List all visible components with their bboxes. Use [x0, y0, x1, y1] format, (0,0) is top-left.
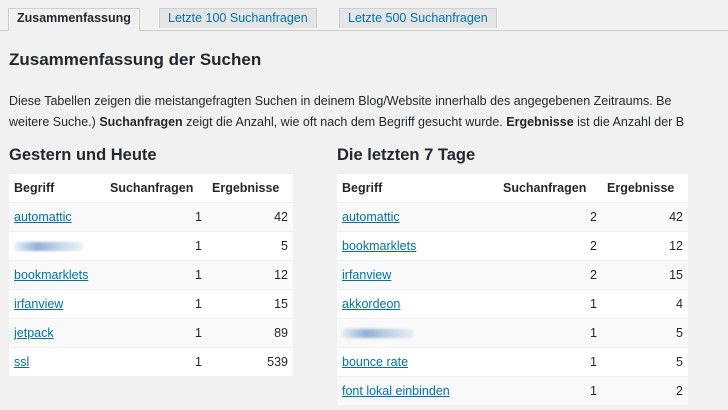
- term-cell: irfanview: [9, 289, 105, 319]
- results-cell: 539: [207, 347, 293, 377]
- queries-cell: 1: [498, 376, 602, 406]
- description-term-queries: Suchanfragen: [99, 115, 183, 129]
- column-header-term: Begriff: [9, 174, 105, 203]
- description-text: Diese Tabellen zeigen die meistangefragt…: [9, 94, 672, 108]
- table-header-row: Begriff Suchanfragen Ergebnisse: [9, 174, 293, 203]
- description-text: weitere Suche.): [9, 115, 100, 129]
- description-term-results: Ergebnisse: [506, 115, 574, 129]
- table-row: bookmarklets 2 12: [337, 231, 688, 261]
- queries-cell: 2: [498, 202, 602, 232]
- queries-cell: 1: [105, 202, 207, 232]
- column-header-queries: Suchanfragen: [105, 174, 207, 203]
- description-line-2: weitere Suche.) Suchanfragen zeigt die A…: [9, 112, 728, 133]
- term-link[interactable]: automattic: [14, 210, 72, 224]
- term-cell: ssl: [9, 347, 105, 377]
- queries-cell: 1: [498, 318, 602, 348]
- tab-letzte-100[interactable]: Letzte 100 Suchanfragen: [159, 8, 317, 28]
- results-cell: 5: [207, 231, 293, 261]
- table-row: irfanview 2 15: [337, 260, 688, 290]
- table-row: irfanview 1 15: [9, 289, 293, 319]
- term-link[interactable]: jetpack: [14, 326, 54, 340]
- tab-zusammenfassung[interactable]: Zusammenfassung: [8, 8, 140, 31]
- table-row: 15: [9, 231, 293, 261]
- results-cell: 2: [602, 376, 688, 406]
- table-row: automattic 1 42: [9, 202, 293, 232]
- term-cell: font lokal einbinden: [337, 376, 498, 406]
- column-header-results: Ergebnisse: [602, 174, 688, 203]
- results-cell: 15: [602, 260, 688, 290]
- term-cell: akkordeon: [337, 289, 498, 319]
- term-cell: bookmarklets: [9, 260, 105, 290]
- table-row: jetpack 1 89: [9, 318, 293, 348]
- results-cell: 12: [207, 260, 293, 290]
- term-cell: [9, 231, 105, 261]
- table-row: ssl 1 539: [9, 347, 293, 377]
- term-link[interactable]: bounce rate: [342, 355, 408, 369]
- description-text: ist die Anzahl der B: [573, 115, 685, 129]
- queries-cell: 1: [105, 231, 207, 261]
- term-cell: automattic: [337, 202, 498, 232]
- tab-letzte-500[interactable]: Letzte 500 Suchanfragen: [339, 8, 497, 28]
- term-cell: jetpack: [9, 318, 105, 348]
- term-link[interactable]: irfanview: [342, 268, 391, 282]
- term-cell: bookmarklets: [337, 231, 498, 261]
- term-cell: irfanview: [337, 260, 498, 290]
- queries-cell: 1: [105, 260, 207, 290]
- results-cell: 42: [207, 202, 293, 232]
- redacted-term: [342, 329, 414, 339]
- table-row: bounce rate 1 5: [337, 347, 688, 377]
- results-cell: 5: [602, 347, 688, 377]
- description: Diese Tabellen zeigen die meistangefragt…: [9, 91, 728, 133]
- term-link[interactable]: automattic: [342, 210, 400, 224]
- column-header-term: Begriff: [337, 174, 498, 203]
- description-line-1: Diese Tabellen zeigen die meistangefragt…: [9, 91, 728, 112]
- term-link[interactable]: bookmarklets: [14, 268, 88, 282]
- queries-cell: 2: [498, 260, 602, 290]
- queries-cell: 1: [105, 289, 207, 319]
- table-row: akkordeon 1 4: [337, 289, 688, 319]
- term-link[interactable]: akkordeon: [342, 297, 400, 311]
- queries-cell: 1: [105, 347, 207, 377]
- table-row: automattic 2 42: [337, 202, 688, 232]
- table-row: 15: [337, 318, 688, 348]
- column-header-queries: Suchanfragen: [498, 174, 602, 203]
- results-cell: 42: [602, 202, 688, 232]
- term-link[interactable]: ssl: [14, 355, 29, 369]
- table-header-row: Begriff Suchanfragen Ergebnisse: [337, 174, 688, 203]
- results-cell: 89: [207, 318, 293, 348]
- section-title-letzte-7-tage: Die letzten 7 Tage: [337, 146, 476, 164]
- term-link[interactable]: irfanview: [14, 297, 63, 311]
- term-link[interactable]: bookmarklets: [342, 239, 416, 253]
- results-cell: 15: [207, 289, 293, 319]
- stats-table-gestern-und-heute: Begriff Suchanfragen Ergebnisse automatt…: [9, 174, 293, 377]
- queries-cell: 2: [498, 231, 602, 261]
- stats-table-letzte-7-tage: Begriff Suchanfragen Ergebnisse automatt…: [337, 174, 688, 406]
- tab-bar: Zusammenfassung Letzte 100 Suchanfragen …: [0, 0, 728, 31]
- results-cell: 4: [602, 289, 688, 319]
- term-cell: bounce rate: [337, 347, 498, 377]
- results-cell: 12: [602, 231, 688, 261]
- term-link[interactable]: font lokal einbinden: [342, 384, 450, 398]
- description-text: zeigt die Anzahl, wie oft nach dem Begri…: [182, 115, 507, 129]
- queries-cell: 1: [498, 347, 602, 377]
- column-header-results: Ergebnisse: [207, 174, 293, 203]
- queries-cell: 1: [498, 289, 602, 319]
- queries-cell: 1: [105, 318, 207, 348]
- term-cell: automattic: [9, 202, 105, 232]
- term-cell: [337, 318, 498, 348]
- results-cell: 5: [602, 318, 688, 348]
- page-title: Zusammenfassung der Suchen: [9, 50, 262, 69]
- table-row: font lokal einbinden 1 2: [337, 376, 688, 406]
- section-title-gestern-und-heute: Gestern und Heute: [9, 146, 157, 164]
- redacted-term: [14, 242, 84, 252]
- table-row: bookmarklets 1 12: [9, 260, 293, 290]
